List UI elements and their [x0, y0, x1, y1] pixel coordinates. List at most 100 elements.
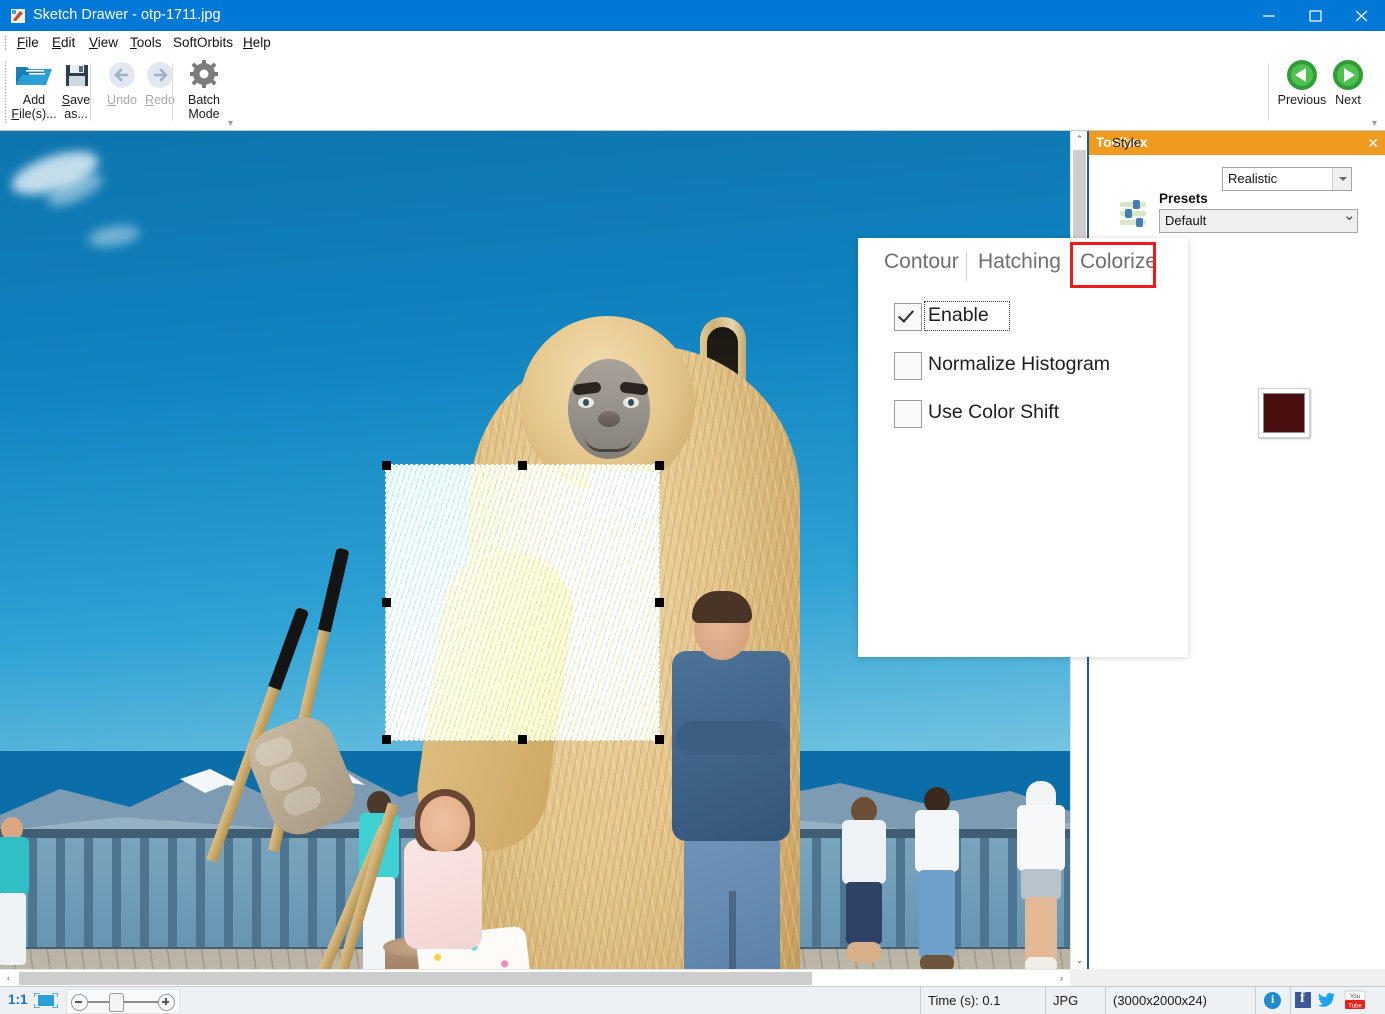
close-button[interactable]	[1339, 0, 1385, 31]
tab-contour[interactable]: Contour	[884, 250, 959, 274]
format-label: JPG	[1053, 993, 1078, 1008]
menu-bar: File Edit View Tools SoftOrbits Help	[0, 31, 1385, 56]
minimize-button[interactable]	[1247, 0, 1293, 31]
style-label: Style	[1112, 135, 1141, 150]
girl-head	[420, 796, 470, 852]
selection-handle-nw[interactable]	[382, 461, 391, 470]
toolbar-expand-right-glyph[interactable]: ▾	[1372, 118, 1377, 129]
selection-handle-ne[interactable]	[655, 461, 664, 470]
chevron-down-icon[interactable]	[1332, 168, 1351, 190]
window-title: Sketch Drawer - otp-1711.jpg	[33, 7, 221, 23]
minimize-icon	[1262, 10, 1278, 22]
yeti-pupil	[583, 399, 589, 406]
background-person	[0, 817, 32, 967]
effect-settings-panel: Contour Hatching Colorize Enable Normali…	[858, 238, 1188, 657]
background-person	[910, 787, 964, 969]
zoom-out-icon[interactable]	[71, 994, 88, 1011]
menu-item-edit[interactable]: Edit	[47, 34, 80, 51]
menu-item-file[interactable]: File	[12, 34, 44, 51]
effect-tabs: Contour Hatching Colorize	[858, 250, 1188, 292]
selection-handle-s[interactable]	[518, 735, 527, 744]
toolbar-separator-3	[1268, 63, 1269, 121]
toolbar: Add File(s)... Save as...	[0, 55, 1385, 131]
selection-rectangle[interactable]	[386, 465, 659, 740]
chevron-down-icon[interactable]	[1339, 210, 1357, 232]
selection-handle-sw[interactable]	[382, 735, 391, 744]
next-label: Next	[1320, 94, 1376, 107]
svg-text:Tube: Tube	[1348, 1004, 1362, 1010]
menu-grip[interactable]	[4, 35, 7, 51]
zoom-in-icon[interactable]	[158, 994, 175, 1011]
style-dropdown[interactable]: Realistic	[1222, 167, 1352, 191]
scroll-left-icon[interactable]: ‹	[0, 970, 17, 987]
colorize-tab-highlight	[1070, 242, 1156, 288]
time-label: Time (s): 0.1	[928, 993, 1000, 1008]
style-value: Realistic	[1228, 171, 1277, 186]
menu-item-tools[interactable]: Tools	[125, 34, 167, 51]
toolbar-separator-2	[172, 63, 173, 121]
gear-icon	[176, 59, 232, 93]
svg-text:You: You	[1350, 994, 1360, 1000]
batch-mode-label-1: Batch	[176, 94, 232, 107]
toolbar-separator-1	[90, 63, 91, 121]
dimensions-label: (3000x2000x24)	[1113, 993, 1207, 1008]
next-button[interactable]: Next	[1320, 59, 1376, 125]
colorize-color-swatch[interactable]	[1258, 388, 1310, 438]
menu-item-help[interactable]: Help	[238, 34, 276, 51]
zoom-slider[interactable]	[66, 989, 180, 1014]
sliders-icon	[1119, 199, 1147, 229]
selection-handle-w[interactable]	[382, 598, 391, 607]
maximize-button[interactable]	[1293, 0, 1339, 31]
info-icon[interactable]	[1264, 992, 1281, 1009]
yeti-nose	[598, 411, 620, 427]
close-icon	[1354, 10, 1370, 22]
presets-label: Presets	[1159, 191, 1208, 206]
status-bar: 1:1 Time (s): 0.1 JPG (3000x2000x24)	[0, 986, 1385, 1014]
twitter-icon[interactable]	[1318, 993, 1335, 1007]
status-cell-time: Time (s): 0.1	[920, 987, 1046, 1014]
status-cell-format: JPG	[1045, 987, 1106, 1014]
yeti-pupil	[628, 399, 634, 406]
app-icon	[10, 8, 26, 24]
selection-handle-n[interactable]	[518, 461, 527, 470]
application-window: Sketch Drawer - otp-1711.jpg File Edit V…	[0, 0, 1385, 1013]
tab-hatching[interactable]: Hatching	[978, 250, 1061, 274]
toolbox-close-icon[interactable]: ✕	[1367, 133, 1379, 153]
enable-checkbox[interactable]	[894, 303, 922, 331]
presets-value: Default	[1165, 213, 1206, 228]
batch-mode-label-2: Mode	[176, 108, 232, 121]
man-folded-arms	[676, 721, 788, 755]
normalize-histogram-checkbox[interactable]	[894, 352, 922, 380]
scroll-right-icon[interactable]: ›	[1053, 970, 1070, 987]
menu-item-view[interactable]: View	[84, 34, 123, 51]
selection-handle-se[interactable]	[655, 735, 664, 744]
zoom-slider-thumb[interactable]	[109, 993, 124, 1012]
maximize-icon	[1308, 10, 1324, 22]
green-right-arrow-icon	[1320, 59, 1376, 93]
use-color-shift-label: Use Color Shift	[928, 401, 1059, 424]
canvas-horizontal-scrollbar[interactable]: ‹ ›	[0, 969, 1070, 987]
menu-item-softorbits[interactable]: SoftOrbits	[168, 34, 238, 51]
selection-handle-e[interactable]	[655, 598, 664, 607]
zoom-ratio-label: 1:1	[8, 992, 28, 1007]
title-bar: Sketch Drawer - otp-1711.jpg	[0, 0, 1385, 31]
status-cell-dimensions: (3000x2000x24)	[1105, 987, 1256, 1014]
girl-sweater	[404, 839, 482, 949]
batch-mode-button[interactable]: Batch Mode	[176, 59, 232, 125]
background-person	[838, 797, 890, 967]
horizontal-scroll-thumb[interactable]	[19, 972, 812, 985]
background-person	[1012, 781, 1070, 969]
status-cell-blank	[180, 987, 921, 1014]
youtube-icon[interactable]: You Tube	[1344, 990, 1366, 1010]
facebook-icon[interactable]	[1295, 992, 1311, 1008]
scroll-up-icon[interactable]: ⌃	[1071, 131, 1088, 148]
enable-label: Enable	[928, 304, 989, 327]
use-color-shift-checkbox[interactable]	[894, 400, 922, 428]
man-jeans-seam	[729, 891, 736, 969]
toolbar-expand-left-glyph[interactable]: ▾	[228, 118, 233, 129]
scroll-down-icon[interactable]: ⌄	[1071, 952, 1088, 969]
presets-dropdown[interactable]: Default	[1159, 209, 1358, 233]
tab-separator	[966, 253, 967, 281]
fit-to-screen-icon[interactable]	[34, 993, 58, 1008]
normalize-histogram-label: Normalize Histogram	[928, 353, 1110, 376]
